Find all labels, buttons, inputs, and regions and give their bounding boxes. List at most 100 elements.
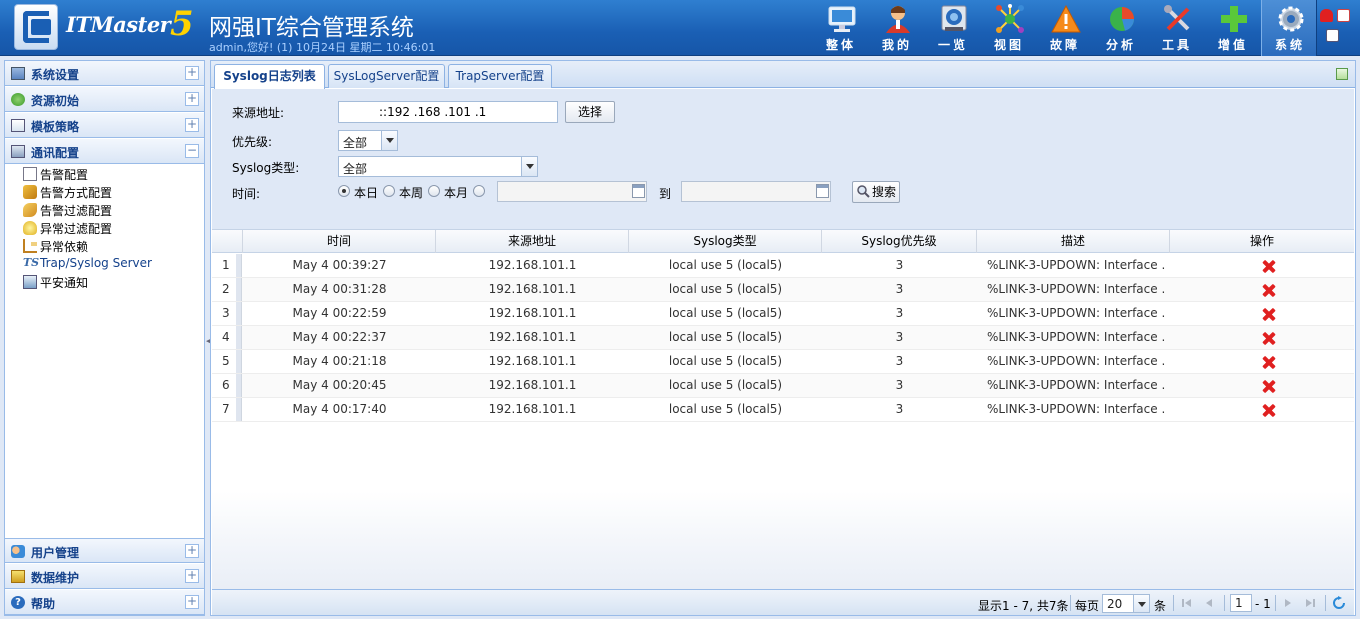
next-page-icon[interactable] [1281, 596, 1295, 610]
cell-desc: %LINK-3-UPDOWN: Interface ... [987, 258, 1165, 272]
nav-overall[interactable]: 整体 [813, 0, 869, 56]
sidebar-section-label: 帮助 [31, 597, 56, 611]
expand-icon[interactable]: + [185, 66, 199, 80]
expand-icon[interactable]: + [185, 544, 199, 558]
cell-source: 192.168.101.1 [488, 402, 577, 416]
radio-this-week[interactable] [383, 185, 395, 197]
cell-time: May 4 00:22:37 [292, 330, 387, 344]
export-icon[interactable] [1336, 68, 1348, 80]
tab-trap-server-config[interactable]: TrapServer配置 [448, 64, 552, 88]
sidebar-section-system-settings[interactable]: 系统设置 + [5, 61, 204, 86]
priority-select[interactable]: 全部 [338, 130, 398, 151]
nav-analysis[interactable]: 分析 [1093, 0, 1149, 56]
collapse-icon[interactable]: − [185, 144, 199, 158]
radio-today[interactable] [338, 185, 350, 197]
radio-label: 本月 [444, 186, 469, 200]
refresh-icon[interactable] [1332, 596, 1346, 610]
nav-view[interactable]: 视图 [981, 0, 1037, 56]
radio-label: 本周 [399, 186, 424, 200]
delete-icon[interactable] [1262, 380, 1276, 393]
row-number: 3 [212, 302, 242, 325]
to-label: 到 [659, 187, 672, 201]
table-row[interactable]: 6 May 4 00:20:45 192.168.101.1 local use 5 … [212, 374, 1354, 398]
sidebar-section-data-maintenance[interactable]: 数据维护 + [5, 564, 204, 589]
sidebar-item-label: 告警过滤配置 [40, 204, 113, 218]
table-row[interactable]: 5 May 4 00:21:18 192.168.101.1 local use 5 … [212, 350, 1354, 374]
end-date-input[interactable] [681, 181, 831, 202]
cell-time: May 4 00:39:27 [292, 258, 387, 272]
cell-priority: 3 [895, 306, 904, 320]
main-panel: Syslog日志列表 SysLogServer配置 TrapServer配置 来… [210, 60, 1356, 616]
tab-syslog-server-config[interactable]: SysLogServer配置 [328, 64, 445, 88]
column-header-description[interactable]: 描述 [977, 230, 1170, 253]
sidebar-section-user-management[interactable]: 用户管理 + [5, 538, 204, 563]
table-row[interactable]: 1 May 4 00:39:27 192.168.101.1 local use 5 … [212, 254, 1354, 278]
delete-icon[interactable] [1262, 332, 1276, 345]
chevron-down-icon [521, 157, 537, 176]
expand-icon[interactable]: + [185, 569, 199, 583]
column-header-priority[interactable]: Syslog优先级 [822, 230, 977, 253]
logout-icon[interactable] [1337, 9, 1350, 22]
nav-tools[interactable]: 工具 [1149, 0, 1205, 56]
filter-icon [23, 203, 37, 217]
cell-priority: 3 [895, 282, 904, 296]
plus-icon [1221, 6, 1247, 32]
cell-priority: 3 [895, 258, 904, 272]
user-icon [886, 6, 910, 33]
first-page-icon[interactable] [1180, 596, 1194, 610]
expand-icon[interactable]: + [185, 118, 199, 132]
prev-page-icon[interactable] [1202, 596, 1216, 610]
exit-icon[interactable] [1326, 29, 1339, 42]
cell-type: local use 5 (local5) [668, 306, 783, 320]
nav-system[interactable]: 系统 [1261, 0, 1317, 56]
tab-syslog-list[interactable]: Syslog日志列表 [214, 64, 325, 89]
sidebar-section-template-policy[interactable]: 模板策略 + [5, 113, 204, 138]
search-button[interactable]: 搜索 [852, 181, 900, 203]
logo [14, 4, 58, 50]
brand-name: ITMaster [66, 12, 171, 37]
last-page-icon[interactable] [1303, 596, 1317, 610]
column-header-source[interactable]: 来源地址 [436, 230, 629, 253]
priority-value: 全部 [343, 136, 368, 150]
radio-this-month[interactable] [428, 185, 440, 197]
per-page-label: 每页 [1075, 599, 1100, 613]
page-number-input[interactable]: 1 [1230, 594, 1252, 612]
nav-mine[interactable]: 我的 [869, 0, 925, 56]
per-page-select[interactable]: 20 [1102, 594, 1150, 613]
calendar-icon[interactable] [632, 184, 645, 198]
delete-icon[interactable] [1262, 284, 1276, 297]
time-range-radios: 本日 本周 本月 [338, 181, 498, 201]
column-header-time[interactable]: 时间 [243, 230, 436, 253]
choose-button[interactable]: 选择 [565, 101, 615, 123]
radio-label: 本日 [354, 186, 379, 200]
sidebar-section-help[interactable]: ? 帮助 + [5, 590, 204, 615]
table-row[interactable]: 7 May 4 00:17:40 192.168.101.1 local use 5 … [212, 398, 1354, 422]
delete-icon[interactable] [1262, 356, 1276, 369]
nav-label: 一览 [937, 38, 968, 52]
cell-desc: %LINK-3-UPDOWN: Interface ... [987, 402, 1165, 416]
table-row[interactable]: 3 May 4 00:22:59 192.168.101.1 local use 5 … [212, 302, 1354, 326]
radio-custom[interactable] [473, 185, 485, 197]
expand-icon[interactable]: + [185, 92, 199, 106]
table-row[interactable]: 4 May 4 00:22:37 192.168.101.1 local use 5 … [212, 326, 1354, 350]
expand-icon[interactable]: + [185, 595, 199, 609]
nav-value-added[interactable]: 增值 [1205, 0, 1261, 56]
syslog-type-select[interactable]: 全部 [338, 156, 538, 177]
delete-icon[interactable] [1262, 260, 1276, 273]
row-number: 5 [212, 350, 242, 373]
calendar-icon[interactable] [816, 184, 829, 198]
nav-label: 我的 [881, 38, 912, 52]
sidebar-section-resource-init[interactable]: 资源初始 + [5, 87, 204, 112]
column-header-syslog-type[interactable]: Syslog类型 [629, 230, 822, 253]
source-ip-input[interactable]: ::192 .168 .101 .1 [338, 101, 558, 123]
delete-icon[interactable] [1262, 308, 1276, 321]
nav-label: 工具 [1161, 38, 1192, 52]
table-row[interactable]: 2 May 4 00:31:28 192.168.101.1 local use 5 … [212, 278, 1354, 302]
nav-fault[interactable]: 故障 [1037, 0, 1093, 56]
delete-icon[interactable] [1262, 404, 1276, 417]
search-form: 来源地址: ::192 .168 .101 .1 选择 优先级: 全部 Sysl… [212, 89, 1354, 229]
nav-overview[interactable]: 一览 [925, 0, 981, 56]
start-date-input[interactable] [497, 181, 647, 202]
alarm-icon[interactable] [1320, 9, 1333, 22]
sidebar-section-communication[interactable]: 通讯配置 − [5, 139, 204, 164]
